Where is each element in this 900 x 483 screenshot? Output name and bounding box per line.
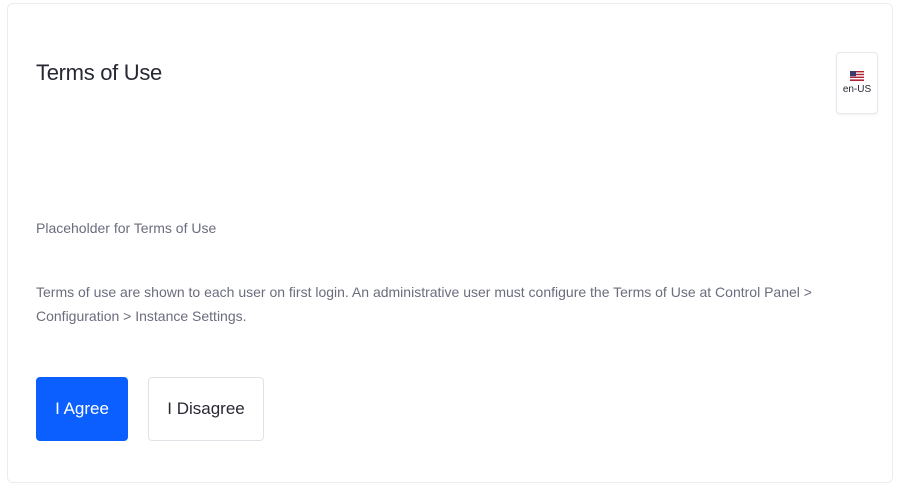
terms-description: Terms of use are shown to each user on f…: [36, 284, 812, 324]
terms-placeholder-text: Placeholder for Terms of Use: [36, 220, 217, 236]
page-title: Terms of Use: [36, 60, 162, 85]
language-label: en-US: [842, 84, 872, 95]
language-selector-button[interactable]: en-US: [836, 52, 878, 114]
agree-button[interactable]: I Agree: [36, 377, 128, 441]
us-flag-icon: [850, 71, 864, 81]
terms-of-use-card: Terms of Use en-US Placeholder for Terms…: [7, 3, 893, 483]
disagree-button[interactable]: I Disagree: [148, 377, 264, 441]
